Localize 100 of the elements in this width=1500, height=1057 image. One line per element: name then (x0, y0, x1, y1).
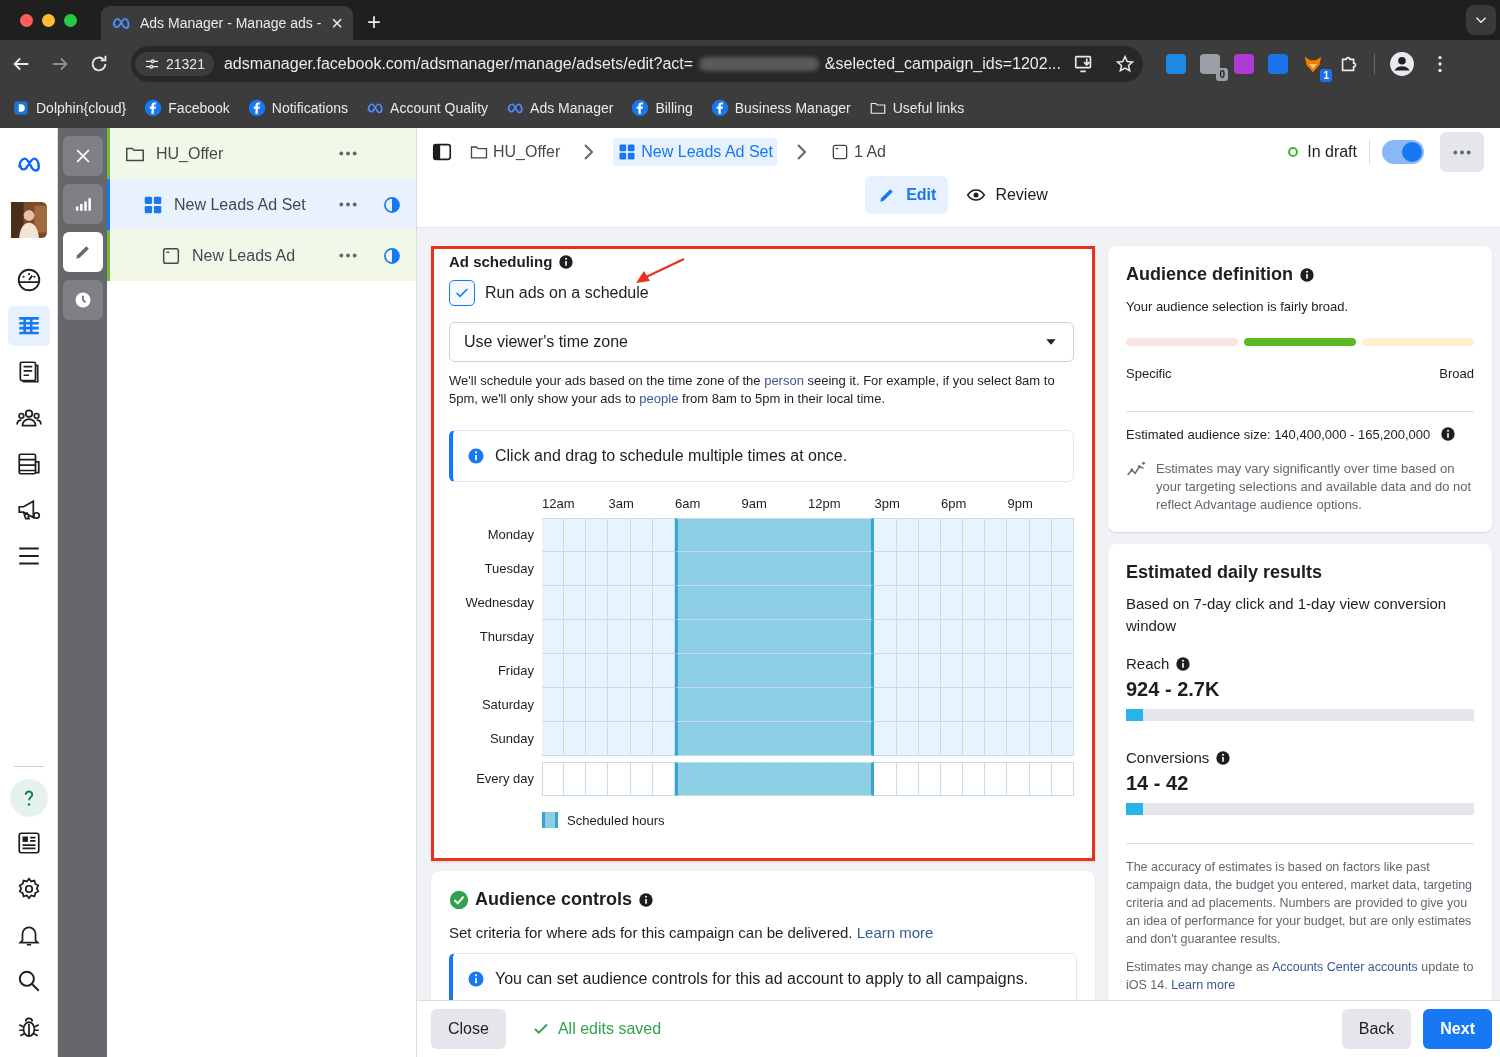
round-logo-icon (631, 99, 650, 117)
link[interactable]: people (639, 391, 679, 406)
annotation-arrow (634, 257, 686, 285)
link[interactable]: person (764, 373, 804, 388)
save-status: All edits saved (557, 1020, 662, 1038)
more-icon[interactable] (338, 252, 358, 259)
day-label: Thursday (478, 628, 535, 646)
breadcrumb-item[interactable]: HU_Offer (465, 138, 565, 166)
extension-icon[interactable] (1200, 54, 1220, 74)
hour-label: 6pm (941, 496, 968, 513)
legend-label: Scheduled hours (567, 812, 665, 828)
status-label: In draft (1288, 143, 1357, 161)
bookmark[interactable]: Useful links (868, 99, 965, 117)
more-icon[interactable] (338, 201, 358, 208)
hour-label: 9pm (1007, 496, 1034, 513)
link[interactable]: Learn more (1171, 978, 1236, 992)
chevron-icon (584, 144, 594, 160)
profile-icon[interactable] (1389, 51, 1415, 77)
more-button[interactable] (1440, 132, 1484, 172)
bookmark[interactable]: Account Quality (366, 99, 489, 117)
window-control[interactable] (20, 13, 33, 27)
schedule-cell[interactable] (675, 620, 698, 654)
notice-text: Click and drag to schedule multiple times at once. (495, 447, 848, 465)
day-label: Every day (475, 770, 535, 788)
bookmark[interactable]: Dolphin{cloud} (12, 99, 127, 117)
browser-tab[interactable]: Ads Manager - Manage ads - × (101, 6, 353, 40)
extension-icon[interactable] (1166, 54, 1186, 74)
schedule-cell[interactable] (852, 654, 875, 688)
new-tab-button[interactable]: + (367, 8, 381, 36)
checkbox-label: Run ads on a schedule (485, 284, 649, 302)
tree-item[interactable]: New Leads Ad (107, 230, 416, 281)
tab-search-button[interactable] (1466, 5, 1496, 35)
schedule-cell[interactable] (675, 688, 698, 722)
extension-icon[interactable] (1268, 54, 1288, 74)
description-text: Set criteria for where ads for this campaign can be delivered. Learn more (449, 924, 935, 941)
grid-icon (617, 142, 638, 162)
schedule-cell[interactable] (675, 586, 698, 620)
close-button[interactable]: Close (431, 1009, 506, 1049)
schedule-cell[interactable] (675, 552, 698, 586)
site-info-button[interactable]: 21321 (135, 52, 214, 76)
mode-tab[interactable]: Review (954, 176, 1060, 214)
info-icon (1299, 266, 1315, 283)
close-tab-button[interactable]: × (331, 11, 343, 35)
count-badge: 0 (1216, 68, 1228, 81)
day-label: Tuesday (483, 560, 535, 578)
section-title: Ad scheduling (449, 253, 553, 270)
day-label: Friday (496, 662, 535, 680)
schedule-cell[interactable] (852, 552, 875, 586)
database-icon (15, 451, 42, 477)
hour-label: 12pm (808, 496, 842, 513)
info-icon (467, 970, 485, 988)
address-bar[interactable]: 21321 adsmanager.facebook.com/adsmanager/manage/adsets/edit?act= &selected_campaign_ids=1202... (131, 46, 1143, 82)
checkbox[interactable] (449, 280, 475, 306)
bookmark[interactable]: Business Manager (710, 99, 851, 117)
breadcrumb-item[interactable]: New Leads Ad Set (613, 138, 777, 166)
metric-label: Reach (1126, 655, 1170, 672)
bookmark[interactable]: Facebook (144, 99, 230, 117)
schedule-cell[interactable] (852, 586, 875, 620)
extension-icon[interactable] (1234, 54, 1254, 74)
tool-button[interactable] (62, 184, 103, 224)
timezone-dropdown[interactable]: Use viewer's time zone (449, 322, 1074, 362)
schedule-cell[interactable] (852, 620, 875, 654)
link[interactable]: Learn more (856, 924, 934, 941)
tab-title: Ads Manager - Manage ads - (140, 15, 323, 31)
tree-item[interactable]: New Leads Ad Set (107, 179, 416, 230)
more-icon[interactable] (338, 150, 358, 157)
next-button[interactable]: Next (1423, 1009, 1492, 1049)
schedule-cell[interactable] (852, 688, 875, 722)
info-icon (1440, 426, 1457, 442)
schedule-cell[interactable] (675, 722, 698, 756)
toggle-switch[interactable] (1382, 140, 1424, 164)
info-icon (1215, 749, 1232, 766)
tool-button[interactable] (62, 136, 103, 176)
bookmark[interactable]: Ads Manager (506, 99, 614, 117)
bookmark-star-icon[interactable] (1115, 54, 1135, 74)
notice-text: You can set audience controls for this ad account to apply to all campaigns. (495, 970, 1029, 988)
legend-swatch (542, 812, 558, 828)
tool-button[interactable] (62, 232, 103, 272)
window-control[interactable] (64, 13, 77, 27)
back-button[interactable]: Back (1341, 1009, 1412, 1049)
tool-button[interactable] (62, 280, 103, 320)
audience-summary: Your audience selection is fairly broad. (1126, 299, 1350, 314)
url-text: &selected_campaign_ids=1202... (824, 55, 1061, 73)
hour-label: 3pm (874, 496, 901, 513)
info-icon (1175, 655, 1192, 672)
bookmark[interactable]: Billing (631, 99, 693, 117)
dropdown-value: Use viewer's time zone (464, 333, 628, 351)
schedule-cell[interactable] (675, 654, 698, 688)
breadcrumb-item[interactable]: 1 Ad (825, 138, 890, 166)
bookmark[interactable]: Notifications (247, 99, 349, 117)
sidebar-toggle-icon[interactable] (431, 141, 453, 163)
half-circle-icon (382, 194, 402, 215)
window-control[interactable] (42, 13, 55, 27)
news-icon (15, 830, 42, 856)
schedule-cell[interactable] (852, 722, 875, 756)
megaphone-icon (15, 497, 42, 523)
tree-item[interactable]: HU_Offer (107, 128, 416, 179)
mode-tab[interactable]: Edit (865, 176, 949, 214)
link[interactable]: Accounts Center accounts (1271, 960, 1418, 974)
more-icon (1452, 148, 1472, 156)
